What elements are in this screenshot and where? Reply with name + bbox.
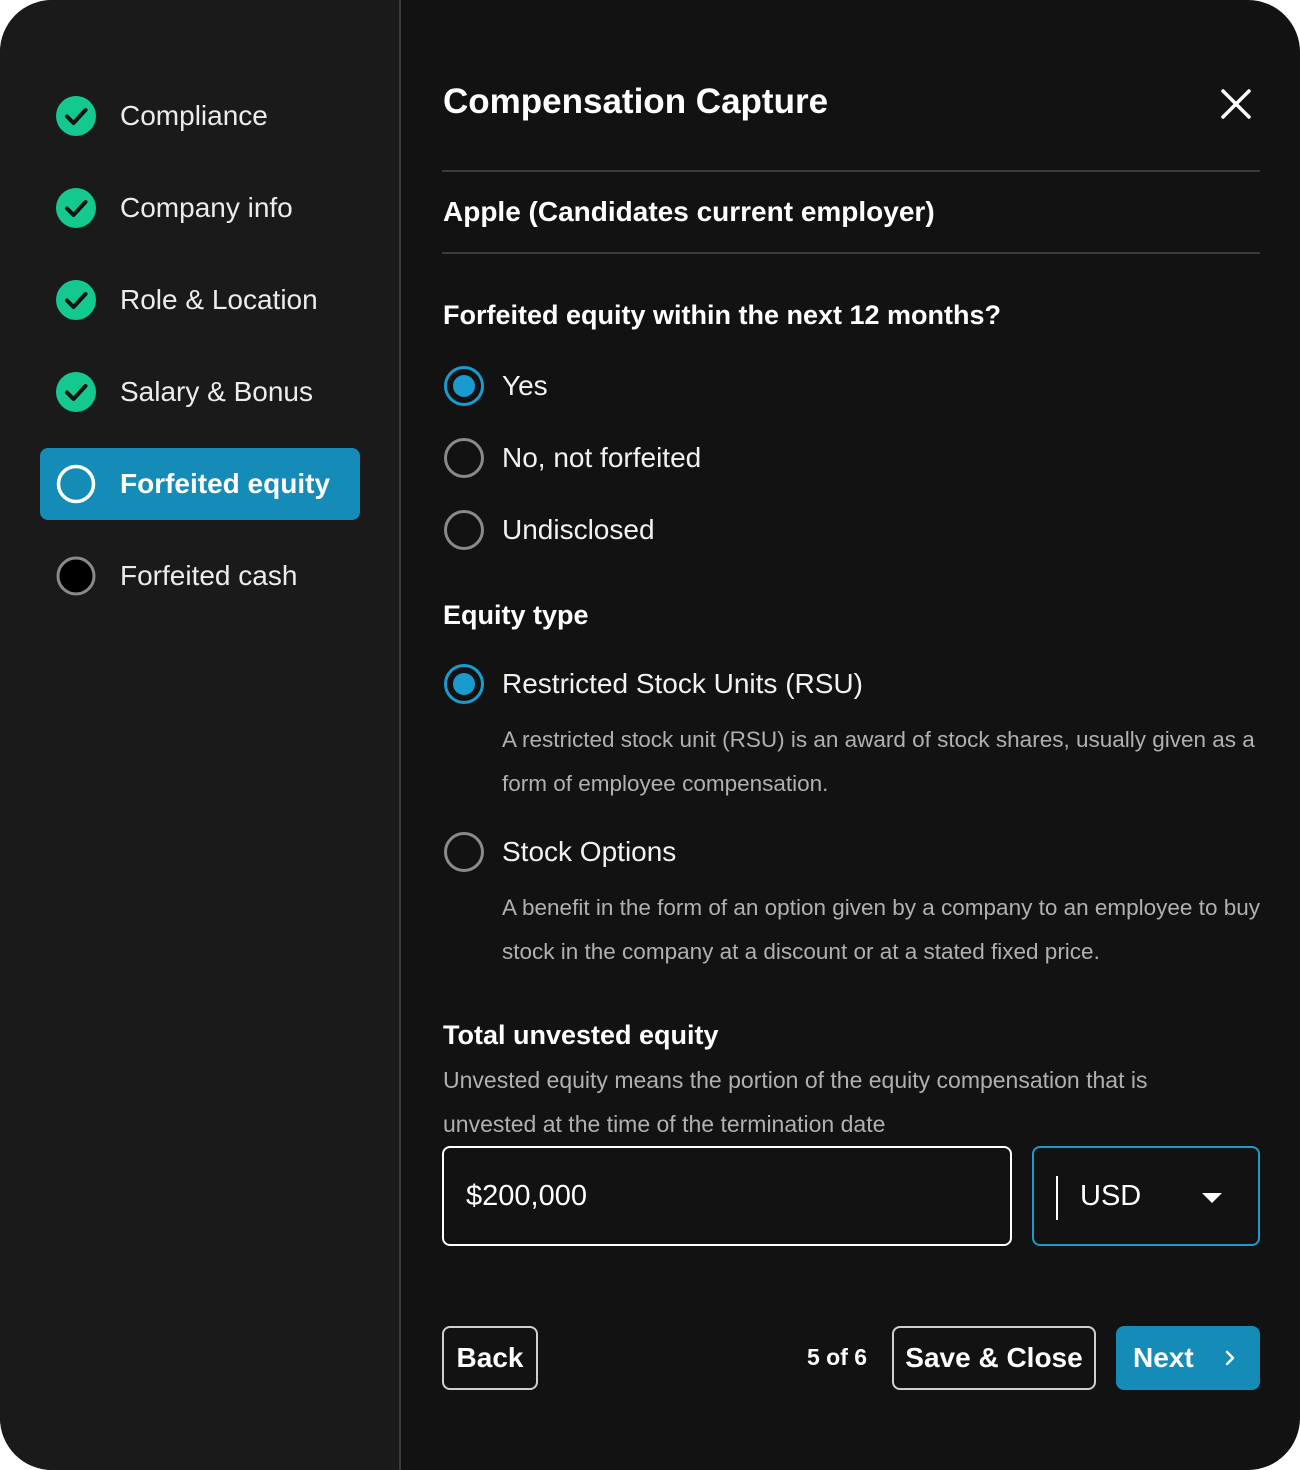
chevron-right-icon bbox=[1225, 1350, 1235, 1366]
step-label: Role & Location bbox=[120, 284, 318, 315]
step-label: Salary & Bonus bbox=[120, 376, 313, 407]
step-company-info[interactable]: Company info bbox=[40, 172, 360, 244]
forfeited-question: Forfeited equity within the next 12 mont… bbox=[443, 300, 1002, 330]
page-title: Compensation Capture bbox=[443, 82, 829, 121]
stock-options-description: A benefit in the form of an option given… bbox=[502, 895, 1260, 964]
step-label: Company info bbox=[120, 192, 293, 223]
compensation-dialog: Compliance Company info Role & Location … bbox=[0, 0, 1300, 1470]
pending-step-circle-icon bbox=[56, 556, 96, 596]
radio-button[interactable] bbox=[444, 366, 484, 406]
radio-label: No, not forfeited bbox=[502, 442, 702, 473]
text-cursor bbox=[1056, 1176, 1058, 1220]
step-role-location[interactable]: Role & Location bbox=[40, 264, 360, 336]
chevron-down-icon bbox=[1202, 1193, 1222, 1203]
radio-button[interactable] bbox=[444, 438, 484, 478]
divider bbox=[442, 252, 1260, 254]
unvested-help-text: Unvested equity means the portion of the… bbox=[443, 1067, 1148, 1137]
divider bbox=[442, 170, 1260, 172]
currency-select[interactable]: USD bbox=[1032, 1146, 1260, 1246]
step-forfeited-equity[interactable]: Forfeited equity bbox=[40, 448, 360, 520]
next-label: Next bbox=[1133, 1342, 1194, 1373]
sidebar-stepper: Compliance Company info Role & Location … bbox=[0, 0, 401, 1470]
check-circle-icon bbox=[56, 188, 96, 228]
radio-label: Undisclosed bbox=[502, 514, 655, 545]
radio-button[interactable] bbox=[444, 832, 484, 872]
back-button[interactable]: Back bbox=[442, 1326, 538, 1390]
close-icon bbox=[1221, 89, 1251, 119]
check-circle-icon bbox=[56, 96, 96, 136]
radio-option-stock-options[interactable]: Stock Options bbox=[444, 830, 676, 874]
current-step-circle-icon bbox=[56, 464, 96, 504]
radio-button[interactable] bbox=[444, 664, 484, 704]
rsu-description: A restricted stock unit (RSU) is an awar… bbox=[502, 727, 1255, 796]
next-button[interactable]: Next bbox=[1116, 1326, 1260, 1390]
equity-type-heading: Equity type bbox=[443, 600, 589, 630]
check-circle-icon bbox=[56, 280, 96, 320]
step-salary-bonus[interactable]: Salary & Bonus bbox=[40, 356, 360, 428]
form-panel: Compensation Capture Apple (Candidates c… bbox=[402, 0, 1300, 1470]
save-close-button[interactable]: Save & Close bbox=[892, 1326, 1096, 1390]
step-counter: 5 of 6 bbox=[807, 1344, 868, 1370]
amount-input[interactable] bbox=[442, 1146, 1012, 1246]
radio-label: Stock Options bbox=[502, 836, 677, 867]
radio-label: Restricted Stock Units (RSU) bbox=[502, 668, 863, 699]
unvested-heading: Total unvested equity bbox=[443, 1020, 719, 1050]
radio-option-undisclosed[interactable]: Undisclosed bbox=[444, 508, 655, 552]
step-compliance[interactable]: Compliance bbox=[40, 80, 360, 152]
radio-option-rsu[interactable]: Restricted Stock Units (RSU) bbox=[444, 662, 863, 706]
step-label: Forfeited cash bbox=[120, 560, 298, 591]
step-label: Compliance bbox=[120, 100, 268, 131]
currency-value: USD bbox=[1080, 1180, 1142, 1212]
step-label: Forfeited equity bbox=[120, 468, 331, 499]
close-button[interactable] bbox=[1216, 84, 1256, 124]
radio-button[interactable] bbox=[444, 510, 484, 550]
step-forfeited-cash[interactable]: Forfeited cash bbox=[40, 540, 360, 612]
check-circle-icon bbox=[56, 372, 96, 412]
radio-option-no[interactable]: No, not forfeited bbox=[444, 436, 701, 480]
radio-label: Yes bbox=[502, 370, 548, 401]
employer-name: Apple (Candidates current employer) bbox=[443, 196, 935, 227]
radio-option-yes[interactable]: Yes bbox=[444, 364, 548, 408]
